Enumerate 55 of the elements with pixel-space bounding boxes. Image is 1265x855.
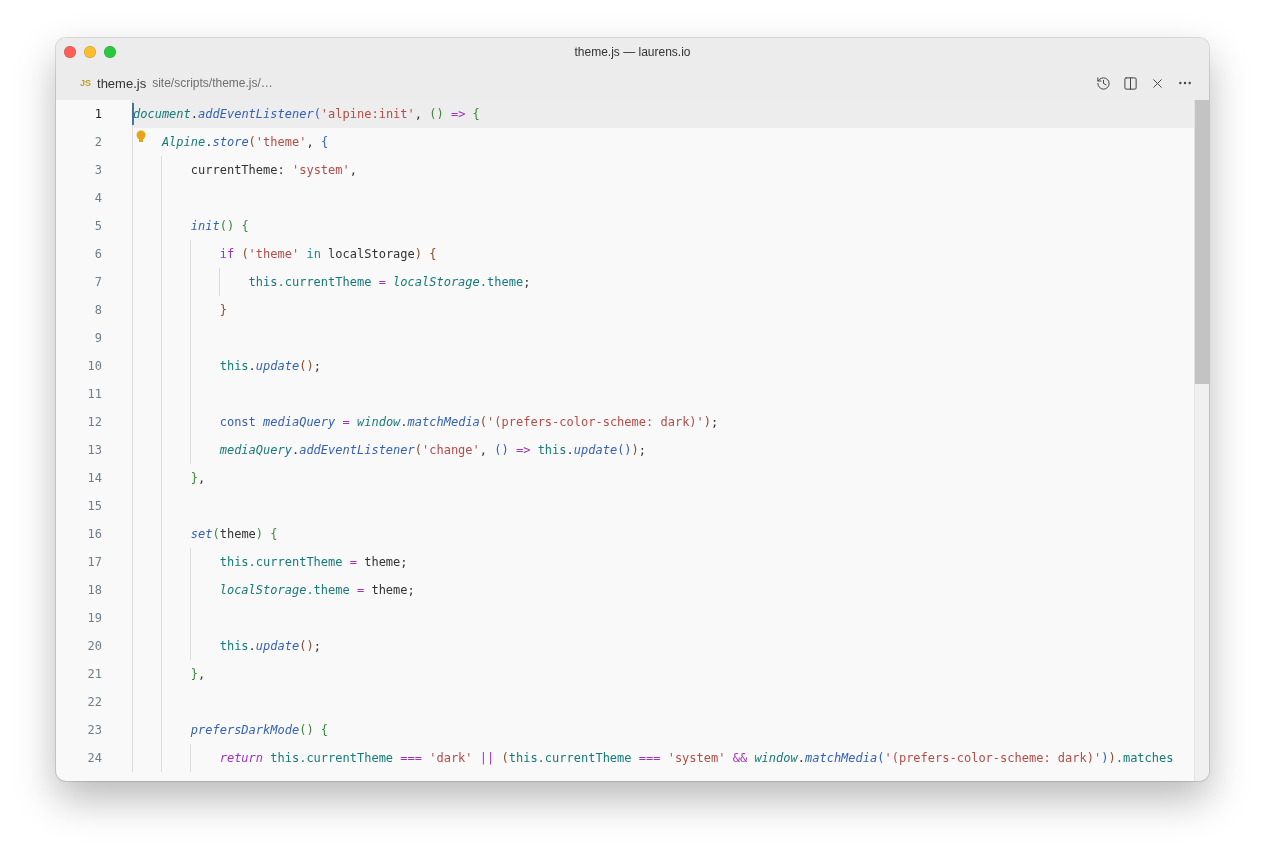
line-number: 22 [86,695,103,709]
code-line: document.addEventListener('alpine:init', () => { [133,107,480,121]
lightbulb-icon[interactable] [136,130,146,144]
line-number: 10 [86,359,103,373]
code-line: }, [190,667,206,681]
file-type-icon: JS [80,78,91,88]
scrollbar-thumb[interactable] [1195,100,1209,384]
line-number: 14 [86,471,103,485]
text-cursor [132,103,134,125]
minimize-button[interactable] [84,46,96,58]
close-button[interactable] [64,46,76,58]
line-number: 11 [86,387,103,401]
scrollbar[interactable] [1194,100,1209,781]
code-line: this.currentTheme = localStorage.theme; [248,275,531,289]
line-number: 8 [93,303,103,317]
line-number: 16 [86,527,103,541]
file-path: site/scripts/theme.js/… [152,76,273,90]
line-number: 13 [86,443,103,457]
split-editor-icon[interactable] [1123,75,1138,91]
line-number: 24 [86,751,103,765]
file-tab[interactable]: theme.js [97,75,147,91]
zoom-button[interactable] [104,46,116,58]
line-number: 9 [93,331,103,345]
line-number: 1 [93,107,103,121]
line-number: 5 [93,219,103,233]
code-line: const mediaQuery = window.matchMedia('(prefers-color-scheme: dark)'); [219,415,719,429]
line-number: 20 [86,639,103,653]
line-number: 19 [86,611,103,625]
history-icon[interactable] [1096,75,1111,91]
line-number: 2 [93,135,103,149]
code-line: currentTheme: 'system', [190,163,357,177]
code-line: Alpine.store('theme', { [161,135,329,149]
code-line: } [219,303,227,317]
line-number: 15 [86,499,103,513]
code-line: mediaQuery.addEventListener('change', () => this.update()); [219,443,647,457]
line-number: 3 [93,163,103,177]
code-line: if ('theme' in localStorage) { [219,247,437,261]
line-number: 7 [93,275,103,289]
code-line: localStorage.theme = theme; [219,583,415,597]
line-number: 17 [86,555,103,569]
code-line: }, [190,471,206,485]
code-line: this.update(); [219,359,321,373]
line-number: 18 [86,583,103,597]
window-title: theme.js — laurens.io [574,45,691,59]
code-line: prefersDarkMode() { [190,723,329,737]
code-line: this.update(); [219,639,321,653]
code-line: set(theme) { [190,527,278,541]
line-number: 23 [86,723,103,737]
code-line: this.currentTheme = theme; [219,555,408,569]
line-number: 4 [93,191,103,205]
code-line: return this.currentTheme === 'dark' || (this.currentTheme === 'system' && window.matchMedia('(prefers-color-scheme: dark)')).matches [219,751,1174,765]
line-number: 21 [86,667,103,681]
line-number: 6 [93,247,103,261]
line-number: 12 [86,415,103,429]
code-line: init() { [190,219,249,233]
